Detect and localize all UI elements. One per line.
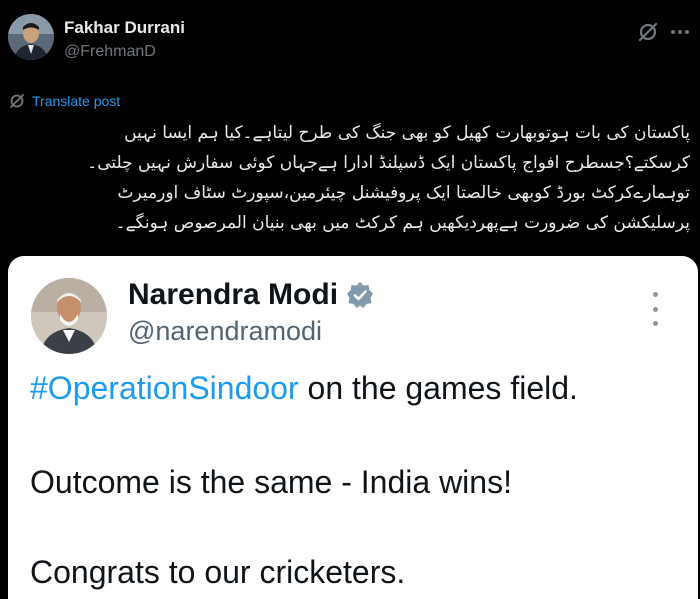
- translate-label[interactable]: Translate post: [32, 93, 120, 109]
- quoted-line-1-text: on the games field.: [298, 370, 578, 406]
- avatar-image: [31, 278, 107, 354]
- hashtag-link[interactable]: #OperationSindoor: [30, 370, 299, 406]
- post-line: پرسلیکشن کی ضرورت ہےپھردیکھیں ہم کرکٹ می…: [115, 213, 690, 233]
- post-body: پاکستان کی بات ہوتوبھارت کھیل کو بھی جنگ…: [14, 118, 690, 238]
- verified-badge-icon: [347, 282, 374, 308]
- avatar-image: [8, 14, 54, 60]
- more-horizontal-icon[interactable]: [668, 20, 692, 44]
- author-avatar[interactable]: [8, 14, 54, 60]
- post-line: پاکستان کی بات ہوتوبھارت کھیل کو بھی جنگ…: [124, 123, 690, 143]
- translate-post-link[interactable]: Translate post: [8, 92, 120, 110]
- quoted-tweet-card[interactable]: Narendra Modi @narendramodi #OperationSi…: [8, 256, 698, 599]
- grok-icon[interactable]: [636, 20, 660, 44]
- translate-icon: [10, 94, 24, 108]
- more-vertical-icon[interactable]: [648, 292, 662, 326]
- post-line: توہمارےکرکٹ بورڈ کوبھی خالصتا ایک پروفیش…: [117, 183, 690, 203]
- quoted-line-1: #OperationSindoor on the games field.: [30, 370, 578, 407]
- tweet-screenshot: Fakhar Durrani @FrehmanD Translate post …: [0, 0, 700, 599]
- quoted-author-name[interactable]: Narendra Modi: [128, 278, 374, 312]
- post-line: کرسکتے؟جسطرح افواج پاکستان ایک ڈسپلنڈ اد…: [87, 153, 690, 173]
- quoted-author-handle[interactable]: @narendramodi: [128, 316, 322, 347]
- quoted-line-3: Congrats to our cricketers.: [30, 554, 406, 590]
- author-handle[interactable]: @FrehmanD: [64, 43, 156, 61]
- quoted-line-2: Outcome is the same - India wins!: [30, 464, 512, 500]
- quoted-author-name-text[interactable]: Narendra Modi: [128, 278, 338, 312]
- author-name[interactable]: Fakhar Durrani: [64, 18, 185, 38]
- quoted-author-avatar[interactable]: [31, 278, 107, 354]
